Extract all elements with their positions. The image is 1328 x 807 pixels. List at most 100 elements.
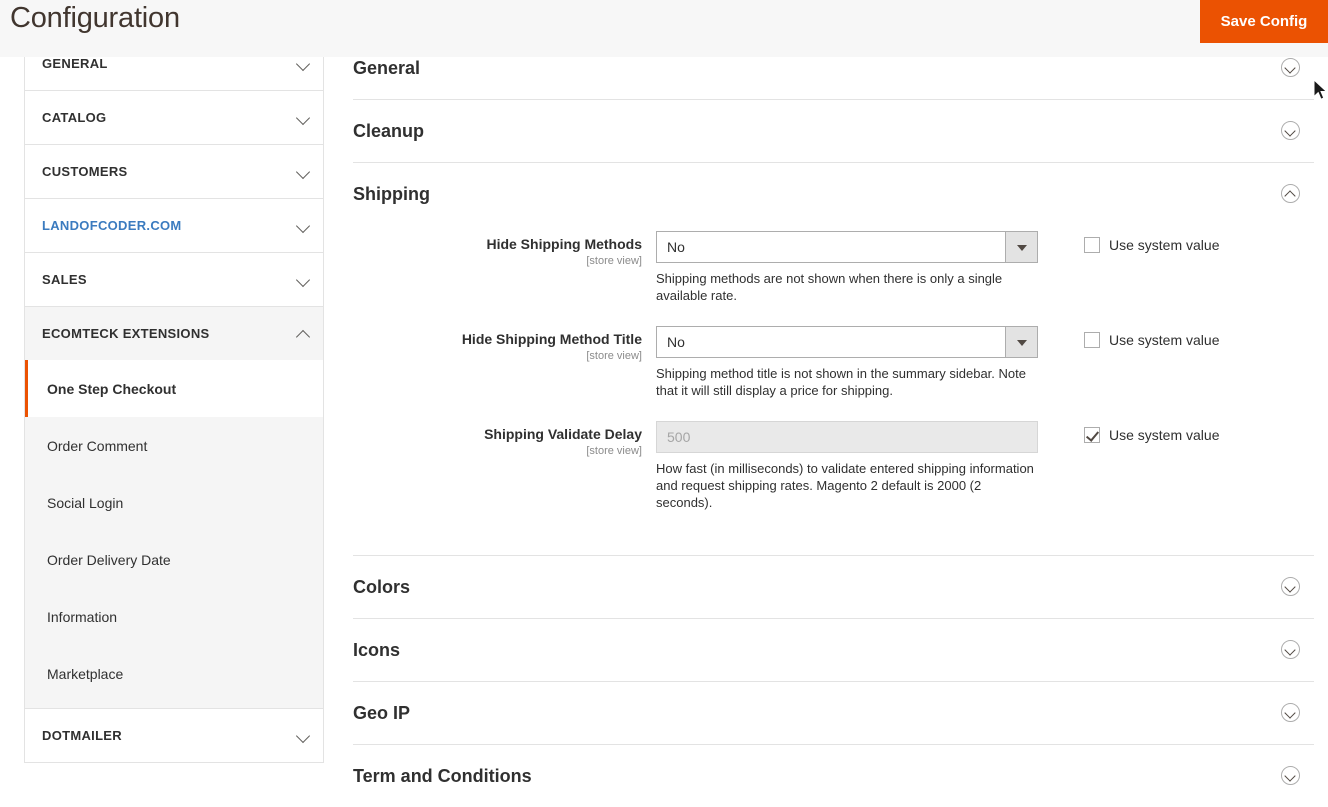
sidebar-item-information[interactable]: Information: [25, 588, 323, 645]
sidebar-group-customers: CUSTOMERS: [25, 145, 323, 199]
use-system-value-checkbox[interactable]: [1084, 332, 1100, 348]
field-row: Hide Shipping Method Title [store view] No…: [353, 326, 1314, 399]
sidebar-item-social-login[interactable]: Social Login: [25, 474, 323, 531]
sidebar-item-label: Order Delivery Date: [47, 551, 171, 568]
config-content: General Cleanup Shipping Hide Shipping Meth…: [353, 37, 1314, 807]
chevron-down-icon[interactable]: [297, 729, 310, 742]
sidebar-item-label: Social Login: [47, 494, 124, 511]
field-label: Hide Shipping Method Title: [461, 331, 642, 347]
field-label-column: Shipping Validate Delay [store view]: [353, 421, 656, 457]
chevron-down-circle-icon[interactable]: [1281, 121, 1300, 140]
chevron-down-icon[interactable]: [297, 219, 310, 232]
use-system-value-group: Use system value: [1038, 231, 1219, 253]
use-system-value-group: Use system value: [1038, 326, 1219, 348]
section-body-shipping: Hide Shipping Methods [store view] No Shipp…: [353, 225, 1314, 555]
sidebar-group-header[interactable]: CUSTOMERS: [25, 145, 323, 198]
section-header-icons[interactable]: Icons: [353, 619, 1314, 681]
select-selected-value: No: [667, 334, 685, 350]
section-title: Geo IP: [353, 702, 411, 723]
sidebar-group-header[interactable]: CATALOG: [25, 91, 323, 144]
sidebar-item-label: One Step Checkout: [47, 380, 177, 397]
sidebar-group-header[interactable]: ECOMTECK EXTENSIONS: [25, 307, 323, 360]
chevron-down-circle-icon[interactable]: [1281, 577, 1300, 596]
use-system-value-label[interactable]: Use system value: [1109, 237, 1219, 253]
field-control-column: No Shipping method title is not shown in …: [656, 326, 1038, 399]
chevron-down-icon[interactable]: [297, 111, 310, 124]
select-arrow-icon[interactable]: [1005, 327, 1037, 357]
sidebar-group-ecomteck-extensions: ECOMTECK EXTENSIONS One Step Checkout Orde…: [25, 307, 323, 709]
sidebar-group-sales: SALES: [25, 253, 323, 307]
section-title: Shipping: [353, 183, 430, 204]
section-header-cleanup[interactable]: Cleanup: [353, 100, 1314, 162]
field-label-column: Hide Shipping Methods [store view]: [353, 231, 656, 267]
chevron-down-circle-icon[interactable]: [1281, 58, 1300, 77]
use-system-value-checkbox[interactable]: [1084, 427, 1100, 443]
field-note: Shipping methods are not shown when ther…: [656, 271, 1003, 303]
use-system-value-label[interactable]: Use system value: [1109, 332, 1219, 348]
chevron-down-circle-icon[interactable]: [1281, 640, 1300, 659]
sidebar-group-label: GENERAL: [42, 56, 108, 71]
sidebar-item-marketplace[interactable]: Marketplace: [25, 645, 323, 702]
sidebar-submenu: One Step Checkout Order Comment Social Log…: [25, 360, 323, 708]
section-title: Colors: [353, 576, 411, 597]
select-hide-shipping-methods[interactable]: No: [656, 231, 1038, 263]
field-scope-label: [store view]: [586, 350, 642, 362]
sidebar-group-label: CATALOG: [42, 110, 107, 125]
section-geo-ip: Geo IP: [353, 682, 1314, 745]
use-system-value-checkbox[interactable]: [1084, 237, 1100, 253]
field-scope-label: [store view]: [586, 445, 642, 457]
sidebar-group-dotmailer: DOTMAILER: [25, 709, 323, 763]
section-header-geo-ip[interactable]: Geo IP: [353, 682, 1314, 744]
sidebar-item-label: Marketplace: [47, 665, 124, 682]
sidebar-item-order-comment[interactable]: Order Comment: [25, 417, 323, 474]
section-shipping: Shipping Hide Shipping Methods [store view…: [353, 163, 1314, 556]
field-control-column: No Shipping methods are not shown when th…: [656, 231, 1038, 304]
save-config-button[interactable]: Save Config: [1200, 0, 1328, 43]
section-header-term-and-conditions[interactable]: Term and Conditions: [353, 745, 1314, 807]
use-system-value-label[interactable]: Use system value: [1109, 427, 1219, 443]
section-icons: Icons: [353, 619, 1314, 682]
field-label: Shipping Validate Delay: [484, 426, 642, 442]
field-note: How fast (in milliseconds) to validate e…: [656, 461, 1034, 510]
section-header-shipping[interactable]: Shipping: [353, 163, 1314, 225]
section-header-colors[interactable]: Colors: [353, 556, 1314, 618]
field-note: Shipping method title is not shown in th…: [656, 366, 1026, 398]
chevron-down-circle-icon[interactable]: [1281, 703, 1300, 722]
section-title: Icons: [353, 639, 401, 660]
sidebar-item-order-delivery-date[interactable]: Order Delivery Date: [25, 531, 323, 588]
sidebar-item-label: Information: [47, 608, 118, 625]
chevron-up-circle-icon[interactable]: [1281, 184, 1300, 203]
sidebar-group-header[interactable]: DOTMAILER: [25, 709, 323, 762]
sidebar-group-label: LANDOFCODER.COM: [42, 218, 182, 233]
sidebar-group-catalog: CATALOG: [25, 91, 323, 145]
field-label: Hide Shipping Methods: [486, 236, 642, 252]
sidebar-group-landofcoder-com: LANDOFCODER.COM: [25, 199, 323, 253]
sidebar-group-label: SALES: [42, 272, 87, 287]
field-row: Shipping Validate Delay [store view] How f…: [353, 421, 1314, 511]
chevron-down-icon[interactable]: [297, 273, 310, 286]
field-row: Hide Shipping Methods [store view] No Shipp…: [353, 231, 1314, 304]
sidebar-group-label: ECOMTECK EXTENSIONS: [42, 326, 210, 341]
select-arrow-icon[interactable]: [1005, 232, 1037, 262]
field-scope-label: [store view]: [586, 255, 642, 267]
sidebar-group-header[interactable]: LANDOFCODER.COM: [25, 199, 323, 252]
field-label-column: Hide Shipping Method Title [store view]: [353, 326, 656, 362]
chevron-down-circle-icon[interactable]: [1281, 766, 1300, 785]
section-title: Term and Conditions: [353, 765, 532, 786]
input-shipping-validate-delay: [656, 421, 1038, 453]
select-selected-value: No: [667, 239, 685, 255]
chevron-up-icon[interactable]: [297, 327, 310, 340]
sidebar-group-label: DOTMAILER: [42, 728, 122, 743]
section-title: General: [353, 57, 421, 78]
sidebar-group-header[interactable]: SALES: [25, 253, 323, 306]
sidebar-item-one-step-checkout[interactable]: One Step Checkout: [25, 360, 323, 417]
field-control-column: How fast (in milliseconds) to validate e…: [656, 421, 1038, 511]
section-title: Cleanup: [353, 120, 425, 141]
sidebar-group-label: CUSTOMERS: [42, 164, 128, 179]
section-colors: Colors: [353, 556, 1314, 619]
chevron-down-icon[interactable]: [297, 165, 310, 178]
chevron-down-icon[interactable]: [297, 57, 310, 70]
select-hide-shipping-method-title[interactable]: No: [656, 326, 1038, 358]
page-title: Configuration: [10, 2, 180, 34]
config-sidebar: GENERAL CATALOG CUSTOMERS LANDOFCODER.COM SA…: [24, 37, 324, 763]
